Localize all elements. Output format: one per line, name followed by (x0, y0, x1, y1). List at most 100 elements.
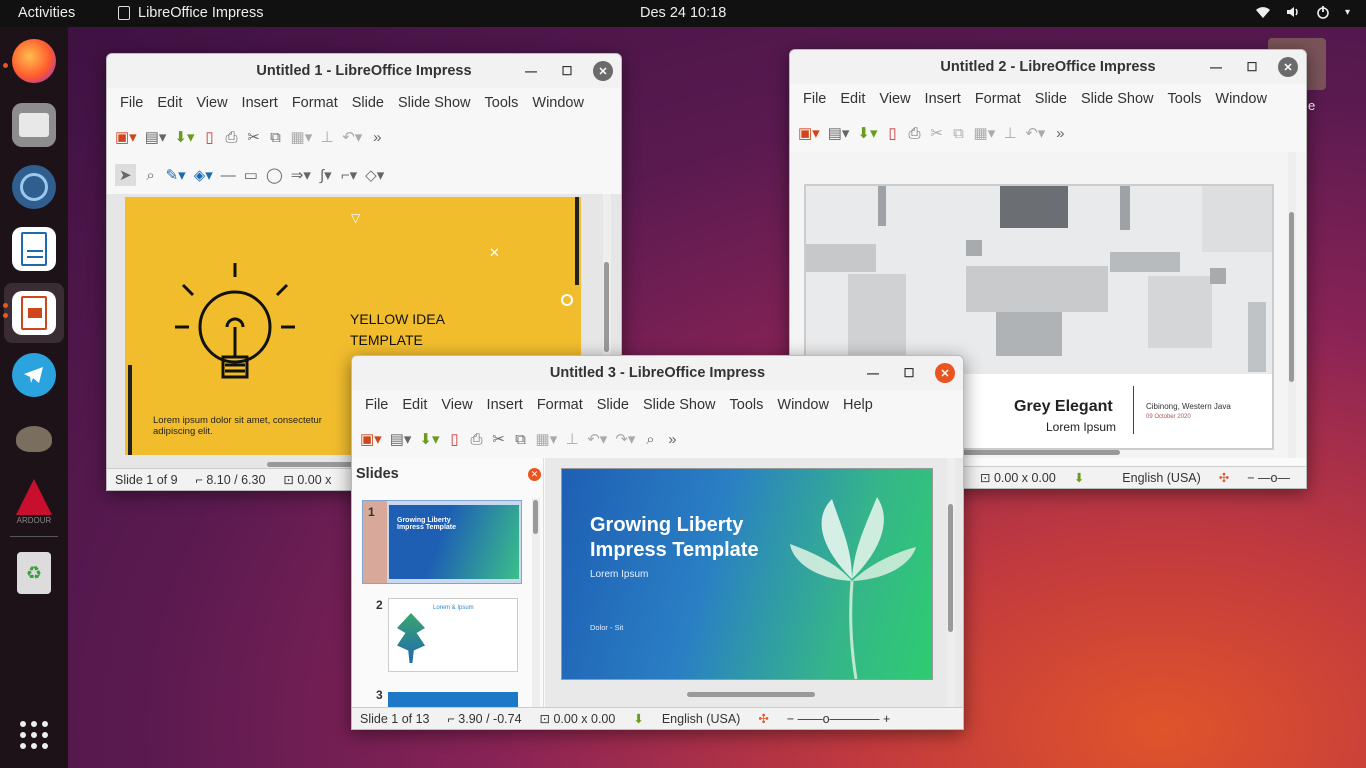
print-icon[interactable]: ⎙ (470, 431, 484, 448)
export-pdf-icon[interactable]: ▯ (203, 128, 217, 146)
title-bar[interactable]: Untitled 3 - LibreOffice Impress — ☐ ✕ (352, 356, 963, 390)
menu-file[interactable]: File (358, 397, 395, 413)
new-icon[interactable]: ▣▾ (798, 124, 820, 142)
save-icon[interactable]: ⬇▾ (857, 124, 877, 142)
title-bar[interactable]: Untitled 1 - LibreOffice Impress — ☐ ✕ (107, 54, 621, 88)
cut-icon[interactable]: ✂ (247, 128, 261, 146)
undo-icon[interactable]: ↶▾ (342, 128, 362, 146)
copy-icon[interactable]: ⧉ (952, 125, 966, 142)
impress-icon[interactable] (12, 291, 56, 335)
cut-icon[interactable]: ✂ (492, 430, 506, 448)
panel-scrollbar[interactable] (532, 498, 540, 708)
more-icon[interactable]: » (370, 129, 384, 146)
menu-slide[interactable]: Slide (345, 95, 391, 111)
fit-icon[interactable]: ✣ (1219, 470, 1229, 485)
more-icon[interactable]: » (665, 431, 679, 448)
ardour-icon[interactable]: ARDOUR (12, 475, 56, 527)
zoom-slider[interactable]: − —o— (1247, 471, 1290, 485)
menu-view[interactable]: View (189, 95, 234, 111)
new-icon[interactable]: ▣▾ (115, 128, 137, 146)
menu-slide[interactable]: Slide (590, 397, 636, 413)
menu-insert[interactable]: Insert (480, 397, 530, 413)
zoom-slider[interactable]: − ——o———— + (787, 712, 891, 726)
menu-help[interactable]: Help (836, 397, 880, 413)
slide-thumbnail-2[interactable]: 2 Lorem & Ipsum (362, 596, 522, 676)
menu-window[interactable]: Window (1208, 91, 1274, 107)
app-menu[interactable]: LibreOffice Impress (118, 5, 263, 21)
menu-edit[interactable]: Edit (395, 397, 434, 413)
menu-slide[interactable]: Slide (1028, 91, 1074, 107)
menu-file[interactable]: File (113, 95, 150, 111)
select-icon[interactable]: ➤ (115, 164, 136, 186)
menu-slideshow[interactable]: Slide Show (1074, 91, 1161, 107)
export-pdf-icon[interactable]: ▯ (448, 430, 462, 448)
ellipse-icon[interactable]: ◯ (266, 166, 283, 184)
print-icon[interactable]: ⎙ (908, 125, 922, 142)
paste-icon[interactable]: ▦▾ (974, 124, 996, 142)
cut-icon[interactable]: ✂ (930, 124, 944, 142)
rectangle-icon[interactable]: ▭ (244, 166, 258, 184)
zoom-icon[interactable]: ⌕ (144, 167, 158, 184)
menu-view[interactable]: View (434, 397, 479, 413)
horizontal-scrollbar[interactable] (267, 462, 357, 467)
firefox-icon[interactable] (12, 39, 56, 83)
budgie-icon[interactable] (12, 165, 56, 209)
undo-icon[interactable]: ↶▾ (1025, 124, 1045, 142)
menu-edit[interactable]: Edit (833, 91, 872, 107)
minimize-button[interactable]: — (521, 61, 541, 81)
menu-format[interactable]: Format (285, 95, 345, 111)
menu-insert[interactable]: Insert (918, 91, 968, 107)
desktop-item-label[interactable]: e (1308, 98, 1315, 113)
clone-icon[interactable]: ⊥ (565, 430, 579, 448)
clone-icon[interactable]: ⊥ (1003, 124, 1017, 142)
activities-button[interactable]: Activities (18, 5, 75, 21)
undo-icon[interactable]: ↶▾ (587, 430, 607, 448)
trash-icon[interactable]: ♻ (12, 551, 56, 595)
slide-thumbnail-3[interactable]: 3 (362, 686, 522, 708)
templates-icon[interactable]: ▤▾ (145, 128, 167, 146)
files-icon[interactable] (12, 103, 56, 147)
menu-window[interactable]: Window (770, 397, 836, 413)
title-bar[interactable]: Untitled 2 - LibreOffice Impress — ☐ ✕ (790, 50, 1306, 84)
line-color-icon[interactable]: ✎▾ (166, 166, 186, 184)
fit-icon[interactable]: ✣ (758, 711, 768, 726)
menu-edit[interactable]: Edit (150, 95, 189, 111)
vertical-scrollbar[interactable] (947, 458, 955, 708)
clone-icon[interactable]: ⊥ (320, 128, 334, 146)
paste-icon[interactable]: ▦▾ (536, 430, 558, 448)
line-icon[interactable]: — (221, 167, 236, 184)
save-icon[interactable]: ⬇▾ (419, 430, 439, 448)
system-tray[interactable]: ▾ (1255, 4, 1350, 20)
apps-grid-icon[interactable] (12, 713, 56, 757)
menu-insert[interactable]: Insert (235, 95, 285, 111)
find-icon[interactable]: ⌕ (643, 431, 657, 448)
new-icon[interactable]: ▣▾ (360, 430, 382, 448)
close-button[interactable]: ✕ (1278, 57, 1298, 77)
templates-icon[interactable]: ▤▾ (828, 124, 850, 142)
copy-icon[interactable]: ⧉ (514, 431, 528, 448)
menu-view[interactable]: View (872, 91, 917, 107)
writer-icon[interactable] (12, 227, 56, 271)
slide-thumbnail-1[interactable]: 1 Growing Liberty Impress Template (362, 500, 522, 584)
connector-icon[interactable]: ⌐▾ (341, 166, 357, 184)
shape-icon[interactable]: ◇▾ (365, 166, 384, 184)
menu-tools[interactable]: Tools (1161, 91, 1209, 107)
menu-slideshow[interactable]: Slide Show (391, 95, 478, 111)
arrow-icon[interactable]: ⇒▾ (291, 166, 311, 184)
telegram-icon[interactable] (12, 353, 56, 397)
menu-tools[interactable]: Tools (478, 95, 526, 111)
curve-icon[interactable]: ∫▾ (319, 166, 333, 184)
close-panel-icon[interactable]: ✕ (528, 468, 541, 481)
more-icon[interactable]: » (1053, 125, 1067, 142)
redo-icon[interactable]: ↷▾ (615, 430, 635, 448)
close-button[interactable]: ✕ (593, 61, 613, 81)
gimp-icon[interactable] (12, 417, 56, 461)
menu-format[interactable]: Format (968, 91, 1028, 107)
templates-icon[interactable]: ▤▾ (390, 430, 412, 448)
copy-icon[interactable]: ⧉ (269, 129, 283, 146)
minimize-button[interactable]: — (863, 363, 883, 383)
menu-format[interactable]: Format (530, 397, 590, 413)
minimize-button[interactable]: — (1206, 57, 1226, 77)
save-icon[interactable]: ⬇▾ (174, 128, 194, 146)
print-icon[interactable]: ⎙ (225, 129, 239, 146)
